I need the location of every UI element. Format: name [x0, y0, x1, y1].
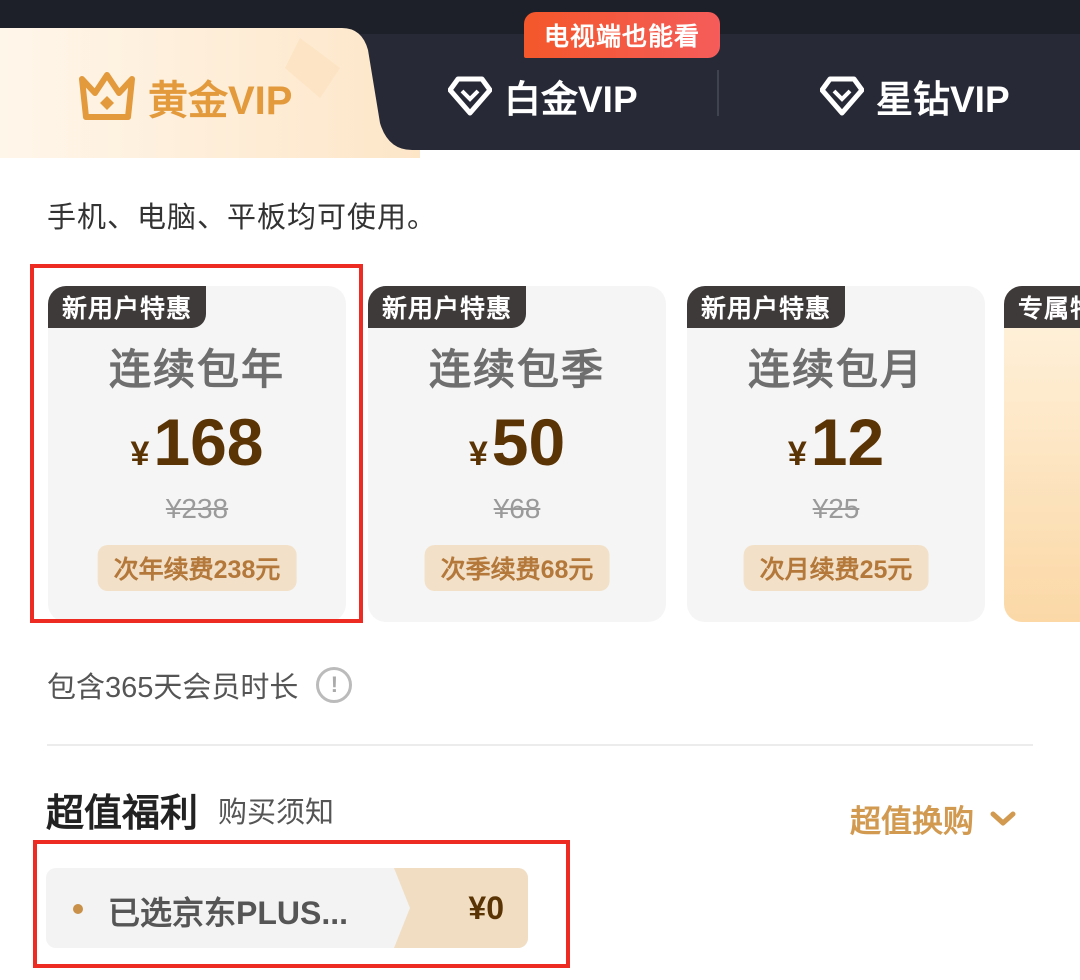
exchange-label: 超值换购 — [850, 804, 974, 839]
original-price: ¥25 — [812, 493, 860, 524]
duration-note: 包含365天会员时长 — [47, 672, 299, 704]
diamond-icon — [820, 76, 864, 116]
tab-star-label: 星钻VIP — [876, 79, 1010, 120]
currency-symbol: ¥ — [787, 435, 807, 473]
benefits-title: 超值福利 — [46, 793, 199, 835]
plan-card-quarterly[interactable]: 新用户特惠 连续包季 ¥50 ¥68 次季续费68元 — [368, 286, 666, 622]
tab-gold-vip[interactable]: 黄金VIP — [78, 62, 292, 132]
device-note: 手机、电脑、平板均可使用。 — [47, 202, 438, 234]
new-user-tag: 新用户特惠 — [687, 286, 846, 328]
selection-highlight-plan — [30, 264, 363, 623]
new-user-tag: 新用户特惠 — [368, 286, 527, 328]
plan-name: 连续包季 — [428, 346, 605, 393]
exchange-dropdown[interactable]: 超值换购 — [850, 796, 1016, 841]
exclusive-tag: 专属特 — [1004, 286, 1080, 328]
info-icon[interactable]: ! — [316, 667, 353, 703]
price-amount: 50 — [491, 405, 566, 479]
selection-highlight-benefit — [33, 840, 570, 968]
plan-card-monthly[interactable]: 新用户特惠 连续包月 ¥12 ¥25 次月续费25元 — [687, 286, 985, 622]
crown-icon — [78, 71, 136, 123]
renewal-note: 次月续费25元 — [743, 545, 929, 591]
section-divider — [47, 744, 1033, 746]
tab-gold-label: 黄金VIP — [148, 79, 293, 123]
tab-platinum-vip[interactable]: 白金VIP — [448, 66, 638, 126]
diamond-icon — [448, 76, 492, 116]
tv-badge: 电视端也能看 — [524, 12, 720, 58]
renewal-note: 次季续费68元 — [424, 545, 610, 591]
duration-note-row: 包含365天会员时长 ! — [47, 664, 353, 706]
tab-platinum-label: 白金VIP — [504, 79, 638, 120]
price-amount: 12 — [810, 405, 885, 479]
plan-price: ¥12 — [687, 404, 985, 480]
plan-name: 连续包月 — [747, 346, 924, 393]
chevron-down-icon — [990, 811, 1016, 827]
tab-divider — [717, 70, 719, 116]
plan-price: ¥50 — [368, 404, 666, 480]
original-price: ¥68 — [493, 493, 541, 524]
currency-symbol: ¥ — [468, 435, 488, 473]
plan-card-exclusive[interactable]: 专属特 — [1004, 286, 1080, 622]
tab-star-vip[interactable]: 星钻VIP — [820, 66, 1010, 126]
purchase-notice-link[interactable]: 购买须知 — [218, 789, 334, 831]
